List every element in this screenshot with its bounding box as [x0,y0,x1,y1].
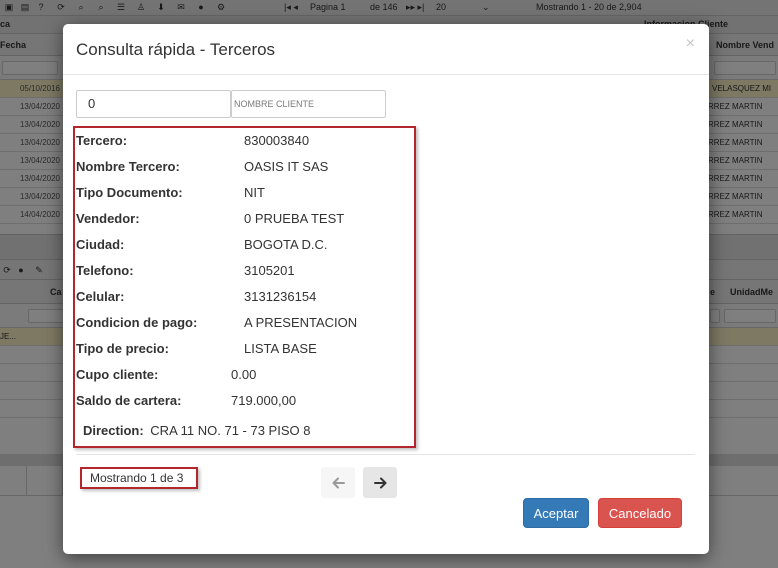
modal-title: Consulta rápida - Terceros [76,40,276,59]
field-label: Nombre Tercero: [76,159,180,174]
field-value: NIT [244,185,265,200]
name-search-input[interactable]: NOMBRE CLIENTE [231,90,386,118]
field-label: Tercero: [76,133,128,148]
field-label: Condicion de pago: [76,315,198,330]
field-telefono: Telefono: [76,263,134,278]
modal-divider [76,454,695,455]
field-saldo-cartera: Saldo de cartera: [76,393,182,408]
field-value: 3105201 [244,263,295,278]
field-label: Saldo de cartera: [76,393,182,408]
field-value: LISTA BASE [244,341,317,356]
field-tipo-precio: Tipo de precio: [76,341,169,356]
field-value: OASIS IT SAS [244,159,329,174]
field-condicion-pago: Condicion de pago: [76,315,197,330]
field-label: Tipo de precio: [76,341,169,356]
previous-record-button[interactable] [321,467,355,498]
field-cupo-cliente: Cupo cliente: [76,367,158,382]
field-value: BOGOTA D.C. [244,237,328,252]
field-tercero: Tercero: [76,133,127,148]
accept-button[interactable]: Aceptar [523,498,589,528]
field-vendedor: Vendedor: [76,211,140,226]
quick-lookup-modal: Consulta rápida - Terceros × 0 NOMBRE CL… [63,24,709,554]
field-label: Cupo cliente: [76,367,159,382]
field-value: 0.00 [231,367,257,382]
next-record-button[interactable] [363,467,397,498]
field-celular: Celular: [76,289,124,304]
arrow-right-icon [373,477,386,488]
code-search-input[interactable]: 0 [76,90,231,118]
record-counter-highlight: Mostrando 1 de 3 [80,467,198,489]
record-counter: Mostrando 1 de 3 [90,471,184,485]
field-value: CRA 11 NO. 71 - 73 PISO 8 [150,423,311,438]
field-label: Direction: [83,423,144,438]
close-icon[interactable]: × [686,36,695,52]
field-nombre-tercero: Nombre Tercero: [76,159,180,174]
field-label: Celular: [76,289,125,304]
field-value: A PRESENTACION [244,315,358,330]
cancel-button[interactable]: Cancelado [598,498,682,528]
field-label: Telefono: [76,263,134,278]
field-label: Ciudad: [76,237,125,252]
field-value: 830003840 [244,133,310,148]
field-label: Tipo Documento: [76,185,183,200]
arrow-left-icon [332,477,345,488]
field-tipo-documento: Tipo Documento: [76,185,183,200]
field-ciudad: Ciudad: [76,237,124,252]
field-value: 719.000,00 [231,393,297,408]
field-value: 0 PRUEBA TEST [244,211,345,226]
field-value: 3131236154 [244,289,317,304]
field-direction: Direction: CRA 11 NO. 71 - 73 PISO 8 [83,423,310,438]
field-label: Vendedor: [76,211,140,226]
modal-header: Consulta rápida - Terceros × [63,24,709,75]
